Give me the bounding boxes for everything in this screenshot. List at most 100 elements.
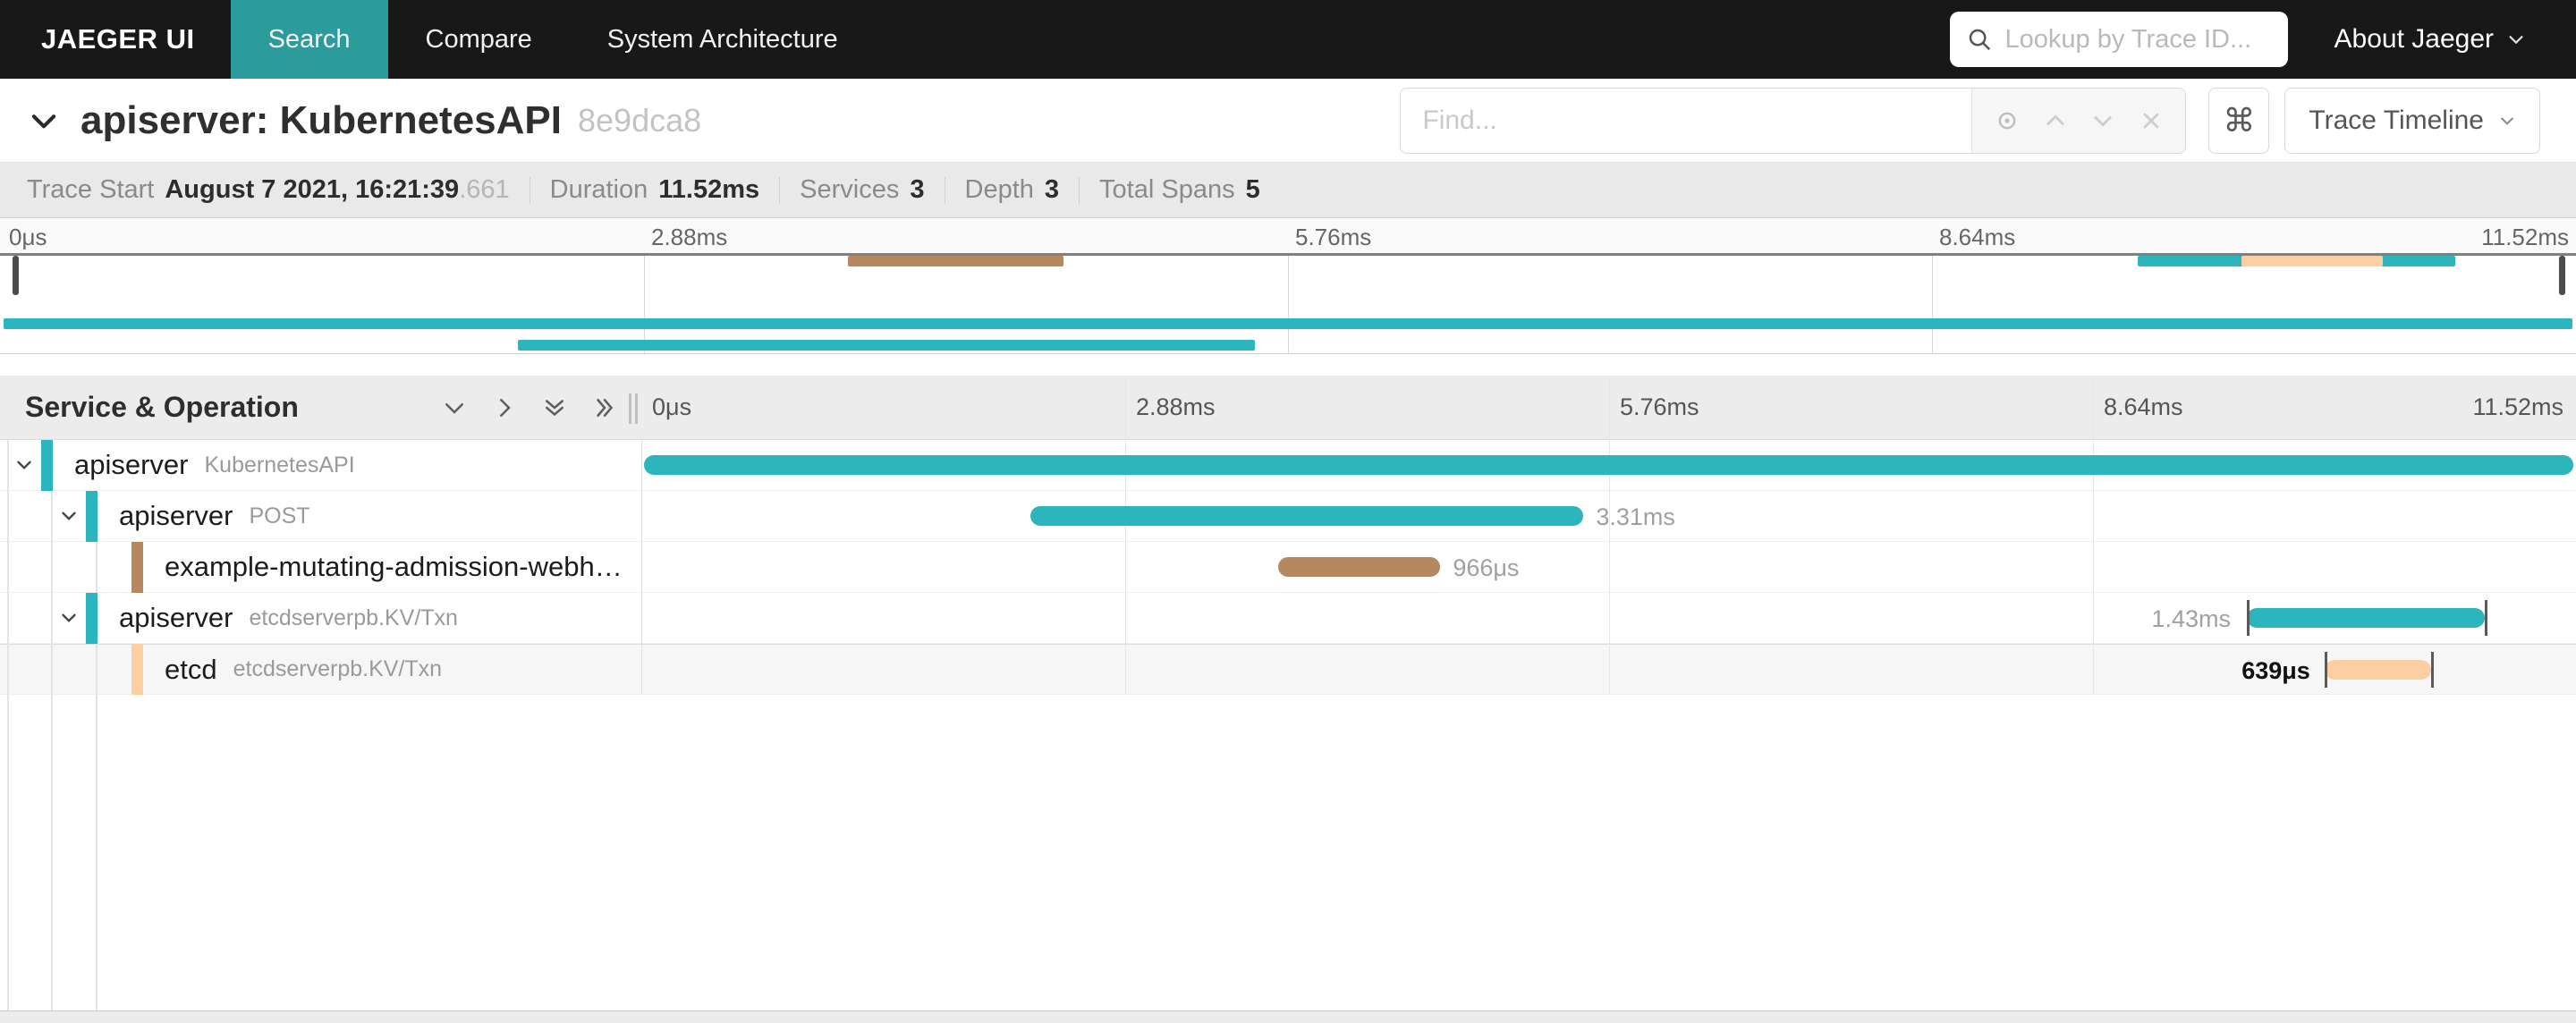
nav-item-search[interactable]: Search <box>230 0 388 79</box>
chevron-down-icon[interactable] <box>13 453 36 477</box>
span-service: apiserver <box>119 500 233 531</box>
search-icon <box>1966 26 1993 53</box>
divider <box>1079 176 1080 204</box>
next-match-icon[interactable] <box>2090 108 2115 133</box>
total-spans-value: 5 <box>1245 175 1260 204</box>
minimap-gridline <box>1288 256 1289 353</box>
axis-tick: 5.76ms <box>1620 393 1699 420</box>
keyboard-shortcuts-button[interactable]: ⌘ <box>2208 87 2270 154</box>
focus-match-icon[interactable] <box>1995 108 2020 133</box>
collapse-all-icon[interactable] <box>541 394 568 421</box>
span-bar[interactable] <box>2324 660 2431 680</box>
span-bar[interactable] <box>2247 608 2486 628</box>
app-brand[interactable]: JAEGER UI <box>0 23 231 55</box>
span-duration-label: 966μs <box>1453 554 1520 581</box>
span-duration-label: 639μs <box>2241 657 2310 684</box>
span-bar[interactable] <box>644 455 2573 475</box>
viewport-scrubber-right[interactable] <box>2559 256 2565 295</box>
minimap-gridline <box>644 256 645 353</box>
minimap-gridline <box>1932 256 1933 353</box>
minimap-tick: 2.88ms <box>651 224 728 250</box>
clear-find-icon[interactable] <box>2139 108 2164 133</box>
span-operation: etcdserverpb.KV/Txn <box>249 604 458 630</box>
collapse-one-icon[interactable] <box>441 394 468 421</box>
collapse-trace-chevron-icon[interactable] <box>27 104 61 138</box>
axis-gridline <box>1125 376 1126 440</box>
find-suffix-controls <box>1971 88 2186 153</box>
trace-start-fraction: .661 <box>459 175 510 204</box>
span-rows: apiserver KubernetesAPI apiserver POST 3… <box>0 439 2576 1010</box>
nav-item-system-architecture[interactable]: System Architecture <box>570 0 876 79</box>
trace-total-spans: Total Spans 5 <box>1099 175 1260 205</box>
span-color-stripe <box>86 592 97 644</box>
axis-tick: 11.52ms <box>2472 393 2563 420</box>
trace-id-lookup[interactable] <box>1949 12 2288 67</box>
services-label: Services <box>800 175 900 204</box>
chevron-down-icon <box>2506 30 2526 49</box>
span-color-stripe <box>131 644 143 695</box>
trace-start-value: August 7 2021, 16:21:39 <box>165 175 460 204</box>
total-spans-label: Total Spans <box>1099 175 1235 204</box>
minimap-span-bar <box>2241 256 2383 266</box>
trace-id-short: 8e9dca8 <box>578 101 702 139</box>
viewport-scrubber-left[interactable] <box>13 256 19 295</box>
span-bar[interactable] <box>1030 506 1584 526</box>
span-service: apiserver <box>119 602 233 633</box>
minimap-axis: 0μs 2.88ms 5.76ms 8.64ms 11.52ms <box>0 218 2576 253</box>
trace-title: apiserver: KubernetesAPI <box>80 97 562 142</box>
chevron-down-icon[interactable] <box>57 504 80 528</box>
span-color-stripe <box>131 541 143 593</box>
minimap-canvas[interactable] <box>0 253 2576 354</box>
span-row-webhook[interactable]: example-mutating-admission-webhook... 96… <box>0 541 2576 593</box>
span-color-stripe <box>41 439 53 491</box>
divider <box>779 176 781 204</box>
span-operation: POST <box>249 503 310 528</box>
axis-tick: 8.64ms <box>2104 393 2183 420</box>
span-boundary-tick <box>2430 652 2434 688</box>
nav-item-compare[interactable]: Compare <box>388 0 570 79</box>
minimap-tick: 8.64ms <box>1939 224 2016 250</box>
span-service: example-mutating-admission-webhook... <box>165 551 630 582</box>
trace-id-input[interactable] <box>2004 24 2272 55</box>
trace-view-selector[interactable]: Trace Timeline <box>2284 87 2540 154</box>
jaeger-trace-page: JAEGER UI Search Compare System Architec… <box>0 0 2576 1023</box>
collapse-controls <box>441 394 618 421</box>
span-row-apiserver-post[interactable]: apiserver POST 3.31ms <box>0 490 2576 542</box>
axis-tick: 2.88ms <box>1136 393 1216 420</box>
span-boundary-tick <box>2324 652 2327 688</box>
trace-header: apiserver: KubernetesAPI 8e9dca8 Find...… <box>0 79 2576 163</box>
trace-duration: Duration 11.52ms <box>550 175 760 205</box>
service-operation-header: Service & Operation <box>0 376 641 439</box>
find-box <box>1400 87 2187 154</box>
prev-match-icon[interactable] <box>2043 108 2068 133</box>
span-row-apiserver-kubernetesapi[interactable]: apiserver KubernetesAPI <box>0 439 2576 491</box>
column-resizer[interactable] <box>629 393 640 424</box>
axis-tick: 0μs <box>652 393 692 420</box>
span-row-etcd-txn-selected[interactable]: etcd etcdserverpb.KV/Txn 639μs <box>0 644 2576 695</box>
about-jaeger-label: About Jaeger <box>2334 24 2494 54</box>
nav-right: About Jaeger <box>1949 12 2576 67</box>
axis-gridline <box>2093 376 2094 440</box>
timeline-grid-header: Service & Operation 0μs 2.88ms 5.76ms 8.… <box>0 376 2576 440</box>
trace-services: Services 3 <box>800 175 924 205</box>
span-service: apiserver <box>74 449 189 480</box>
find-input[interactable] <box>1401 88 1972 153</box>
span-row-apiserver-etcd-txn[interactable]: apiserver etcdserverpb.KV/Txn 1.43ms <box>0 592 2576 644</box>
span-duration-label: 1.43ms <box>2151 605 2231 632</box>
duration-value: 11.52ms <box>658 175 760 204</box>
about-jaeger-menu[interactable]: About Jaeger <box>2334 24 2526 55</box>
expand-one-icon[interactable] <box>491 394 518 421</box>
top-navbar: JAEGER UI Search Compare System Architec… <box>0 0 2576 79</box>
trace-summary-bar: Trace Start August 7 2021, 16:21:39 .661… <box>0 163 2576 218</box>
trace-controls: ⌘ Trace Timeline <box>1400 87 2540 154</box>
axis-gridline <box>1609 376 1610 440</box>
expand-all-icon[interactable] <box>591 394 618 421</box>
span-service: etcd <box>165 653 217 685</box>
depth-value: 3 <box>1044 175 1060 204</box>
minimap-span-bar <box>4 318 2572 329</box>
span-boundary-tick <box>2247 600 2250 636</box>
chevron-down-icon[interactable] <box>57 606 80 630</box>
span-boundary-tick <box>2485 600 2488 636</box>
services-value: 3 <box>910 175 925 204</box>
span-bar[interactable] <box>1277 557 1441 577</box>
